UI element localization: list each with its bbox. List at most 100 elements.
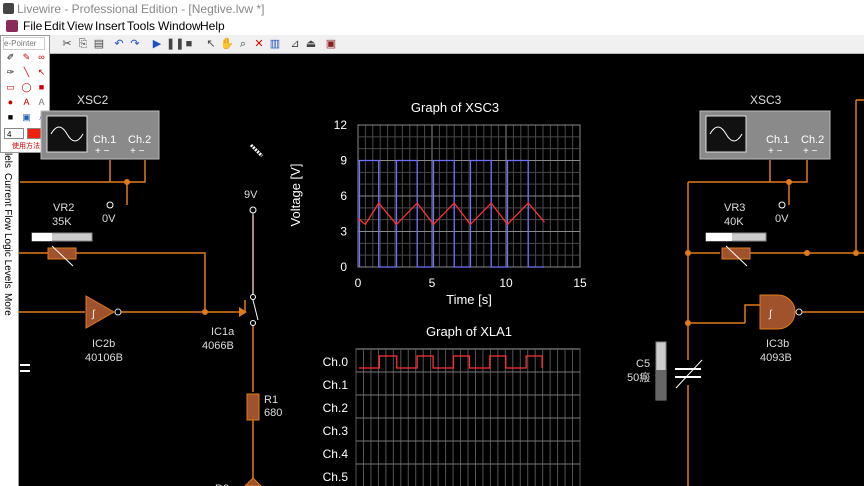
component-icon[interactable]: ▣ — [324, 37, 338, 51]
graph-icon[interactable]: ▥ — [268, 37, 282, 51]
junction — [124, 179, 130, 185]
junction — [804, 250, 810, 256]
size-value: 4 — [7, 130, 12, 139]
resistor-body — [721, 247, 751, 260]
tab-logic-levels[interactable]: Logic Levels — [2, 233, 13, 289]
scope-ch1-terminals: + − — [768, 146, 783, 157]
tab-current-flow[interactable]: Current Flow — [2, 173, 13, 230]
junction — [786, 179, 792, 185]
inverter-bubble — [795, 308, 803, 316]
channel-labels: Ch.0 Ch.1 Ch.2 Ch.3 Ch.4 Ch.5 — [323, 355, 349, 484]
channel-label: Ch.2 — [323, 401, 349, 415]
analog-switch-ic1a[interactable]: IC1a 4066B — [202, 294, 259, 353]
junction — [853, 250, 859, 256]
pointer-icon[interactable]: ↖ — [204, 37, 218, 51]
channel-label: Ch.4 — [323, 447, 349, 461]
vr3-value: 40K — [724, 216, 744, 228]
channel-label: Ch.5 — [323, 470, 349, 484]
side-tabs: lels Current Flow Logic Levels More — [0, 153, 19, 486]
supply-label: 9V — [244, 189, 258, 201]
junction — [685, 320, 691, 326]
ground-right[interactable]: 0V — [775, 201, 789, 225]
ground-left[interactable]: 0V — [102, 201, 116, 225]
solid-icon[interactable]: ■ — [5, 112, 16, 123]
delete-icon[interactable]: ✕ — [252, 37, 266, 51]
vr2-name: VR2 — [53, 202, 74, 214]
chart-grid — [355, 348, 581, 486]
paste-icon[interactable]: ▤ — [92, 37, 106, 51]
oscilloscope-xsc3[interactable]: XSC3 Ch.1 Ch.2 + − + − — [699, 93, 831, 160]
copy-icon[interactable]: ⎘ — [76, 37, 90, 51]
scope-ch2-label: Ch.2 — [128, 134, 151, 146]
tab-labels[interactable]: lels — [2, 153, 13, 168]
document-icon[interactable] — [6, 20, 18, 32]
menu-file[interactable]: File — [23, 18, 42, 35]
y-tick-label: 0 — [340, 260, 347, 274]
x-tick-label: 0 — [355, 276, 362, 290]
ic2b-name: IC2b — [92, 338, 115, 350]
y-tick-label: 12 — [334, 118, 348, 132]
menu-help[interactable]: Help — [200, 18, 225, 35]
probe-icon[interactable]: ⊿ — [288, 37, 302, 51]
potentiometer-vr3[interactable]: VR3 40K — [705, 202, 767, 267]
variable-arrow — [675, 359, 703, 389]
redo-icon[interactable]: ↷ — [128, 37, 142, 51]
menu-tools[interactable]: Tools — [127, 18, 155, 35]
eraser-icon[interactable]: ✐ — [5, 52, 16, 63]
y-tick-label: 9 — [340, 154, 347, 168]
diode-d2[interactable]: D2 — [215, 477, 262, 486]
scope-name: XSC2 — [77, 93, 109, 107]
scope-ch1-terminals: + − — [95, 146, 110, 157]
resistor-body — [246, 393, 260, 421]
nand-gate-ic3b[interactable]: ∫ IC3b 4093B — [759, 294, 803, 364]
graph-title: Graph of XLA1 — [426, 324, 512, 339]
tab-more[interactable]: More — [2, 293, 13, 316]
ic2b-part: 40106B — [85, 352, 123, 364]
scope-ch2-terminals: + − — [130, 146, 145, 157]
rectangle-icon[interactable]: ▭ — [5, 82, 16, 93]
title-bar: Livewire - Professional Edition - [Negti… — [0, 0, 864, 18]
capacitor-left-edge[interactable] — [20, 364, 30, 372]
potentiometer-vr2[interactable]: VR2 35K — [31, 202, 93, 267]
pause-icon[interactable]: ❚❚ — [166, 37, 184, 51]
schmitt-inverter-ic2b[interactable]: ∫ IC2b 40106B — [85, 295, 123, 364]
diode-body — [244, 477, 262, 486]
cut-icon[interactable]: ✂ — [60, 37, 74, 51]
menu-insert[interactable]: Insert — [95, 18, 125, 35]
undo-icon[interactable]: ↶ — [112, 37, 126, 51]
y-tick-label: 3 — [340, 225, 347, 239]
variable-capacitor-c5[interactable]: C5 50瘢 — [627, 341, 703, 401]
wire — [744, 304, 760, 323]
menu-edit[interactable]: Edit — [44, 18, 65, 35]
ic1a-name: IC1a — [211, 326, 235, 338]
app-icon — [3, 3, 14, 14]
filled-ellipse-icon[interactable]: ● — [5, 97, 16, 108]
stop-icon[interactable]: ■ — [182, 37, 196, 51]
vr3-name: VR3 — [724, 202, 745, 214]
menu-window[interactable]: Window — [158, 18, 201, 35]
graph-xla1[interactable]: Graph of XLA1 Ch.0 Ch.1 Ch.2 Ch.3 Ch.4 Ch.5 — [323, 324, 581, 486]
channel-label: Ch.3 — [323, 424, 349, 438]
oscilloscope-xsc2[interactable]: XSC2 Ch.1 Ch.2 + − + − — [40, 93, 160, 160]
circuit-canvas[interactable]: XSC2 Ch.1 Ch.2 + − + − XSC3 Ch.1 Ch.2 + … — [19, 54, 864, 486]
zoom-icon[interactable]: ⌕ — [236, 37, 250, 51]
scope-ch1-label: Ch.1 — [766, 134, 789, 146]
probe-icon[interactable] — [249, 143, 264, 158]
graph-xsc3[interactable]: Graph of XSC3 Time [s] Voltage [V] 0 5 10 1… — [288, 100, 587, 307]
menu-view[interactable]: View — [67, 18, 93, 35]
gate-body — [759, 294, 796, 330]
hand-icon[interactable]: ✋ — [220, 37, 234, 51]
gate-body — [85, 295, 116, 329]
flask-icon[interactable]: ⏏ — [304, 37, 318, 51]
resistor-r1[interactable]: R1 680 — [246, 393, 282, 421]
ground-terminal — [778, 201, 786, 209]
ground-terminal — [106, 201, 114, 209]
scope-ch1-label: Ch.1 — [93, 134, 116, 146]
x-tick-label: 10 — [499, 276, 513, 290]
toolbar: ✂ ⎘ ▤ ↶ ↷ ▶ ❚❚ ■ ↖ ✋ ⌕ ✕ ▥ ⊿ ⏏ ▣ — [50, 35, 864, 54]
scope-name: XSC3 — [750, 93, 782, 107]
supply-9v[interactable]: 9V — [244, 189, 258, 295]
play-icon[interactable]: ▶ — [150, 37, 164, 51]
brush-icon[interactable]: ✑ — [5, 67, 16, 78]
wire — [769, 160, 808, 183]
